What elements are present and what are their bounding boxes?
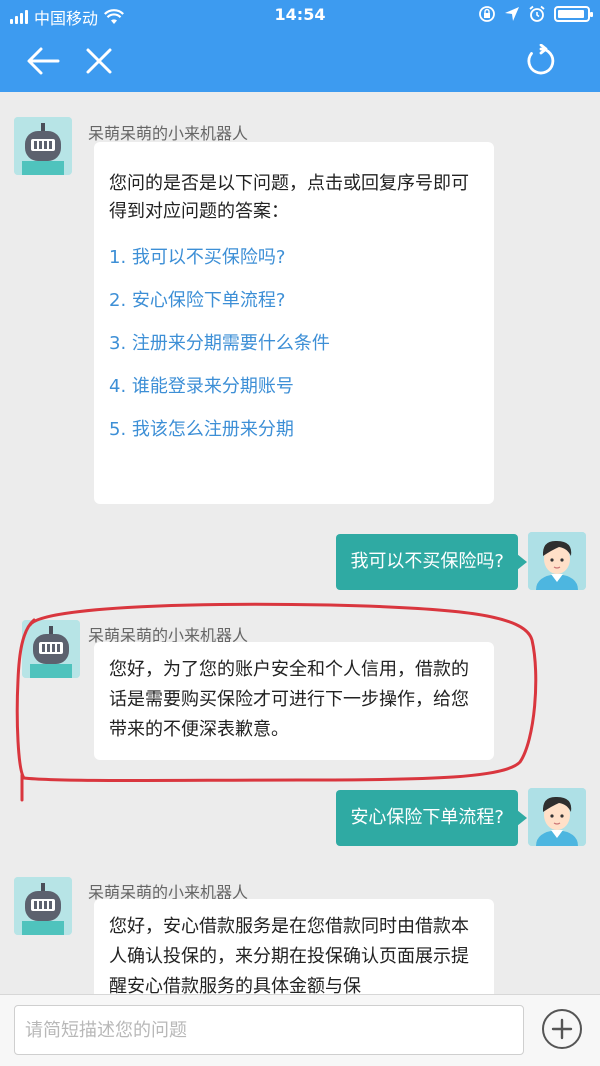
robot-avatar-icon (22, 620, 80, 678)
chat-area[interactable]: 呆萌呆萌的小来机器人 您问的是否是以下问题，点击或回复序号即可得到对应问题的答案… (0, 92, 600, 994)
user-avatar-icon (528, 532, 586, 590)
refresh-icon (527, 44, 555, 75)
back-button[interactable] (22, 40, 64, 82)
rotation-lock-icon (479, 6, 495, 22)
alarm-icon (529, 5, 545, 22)
bot-message-bubble: 您好，为了您的账户安全和个人信用，借款的话是需要购买保险才可进行下一步操作，给您… (94, 642, 494, 760)
question-option[interactable]: 4. 谁能登录来分期账号 (109, 376, 480, 398)
question-option[interactable]: 1. 我可以不买保险吗? (109, 247, 480, 269)
question-option[interactable]: 2. 安心保险下单流程? (109, 290, 480, 312)
question-option[interactable]: 5. 我该怎么注册来分期 (109, 419, 480, 441)
status-bar: 中国移动 14:54 (0, 0, 600, 30)
bot-message-text: 您好，为了您的账户安全和个人信用，借款的话是需要购买保险才可进行下一步操作，给您… (109, 659, 469, 740)
bot-message-bubble: 您问的是否是以下问题，点击或回复序号即可得到对应问题的答案： 1. 我可以不买保… (94, 142, 494, 504)
input-bar (0, 994, 600, 1066)
arrow-left-icon (27, 47, 60, 75)
question-input[interactable] (14, 1005, 524, 1055)
add-button[interactable] (542, 1009, 582, 1049)
sender-name: 呆萌呆萌的小来机器人 (88, 124, 249, 143)
robot-avatar-icon (14, 117, 72, 175)
user-message-bubble: 我可以不买保险吗? (336, 534, 527, 590)
plus-icon (551, 1018, 573, 1040)
user-message-text: 我可以不买保险吗? (350, 551, 504, 572)
close-button[interactable] (78, 40, 120, 82)
close-icon (86, 48, 112, 74)
user-avatar-icon (528, 788, 586, 846)
user-message-bubble: 安心保险下单流程? (336, 790, 527, 846)
user-message-text: 安心保险下单流程? (350, 807, 504, 828)
question-option[interactable]: 3. 注册来分期需要什么条件 (109, 333, 480, 355)
robot-avatar-icon (14, 877, 72, 935)
status-right (478, 5, 593, 23)
battery-icon (554, 6, 593, 22)
navigation-bar (0, 30, 600, 92)
question-option-list: 1. 我可以不买保险吗? 2. 安心保险下单流程? 3. 注册来分期需要什么条件… (109, 247, 480, 441)
bot-message-bubble: 您好，安心借款服务是在您借款同时由借款本人确认投保的，来分期在投保确认页面展示提… (94, 899, 494, 994)
bot-message-text: 您好，安心借款服务是在您借款同时由借款本人确认投保的，来分期在投保确认页面展示提… (109, 916, 469, 994)
location-icon (505, 7, 519, 21)
bot-message-text: 您问的是否是以下问题，点击或回复序号即可得到对应问题的答案： (109, 173, 469, 222)
refresh-button[interactable] (520, 40, 562, 82)
